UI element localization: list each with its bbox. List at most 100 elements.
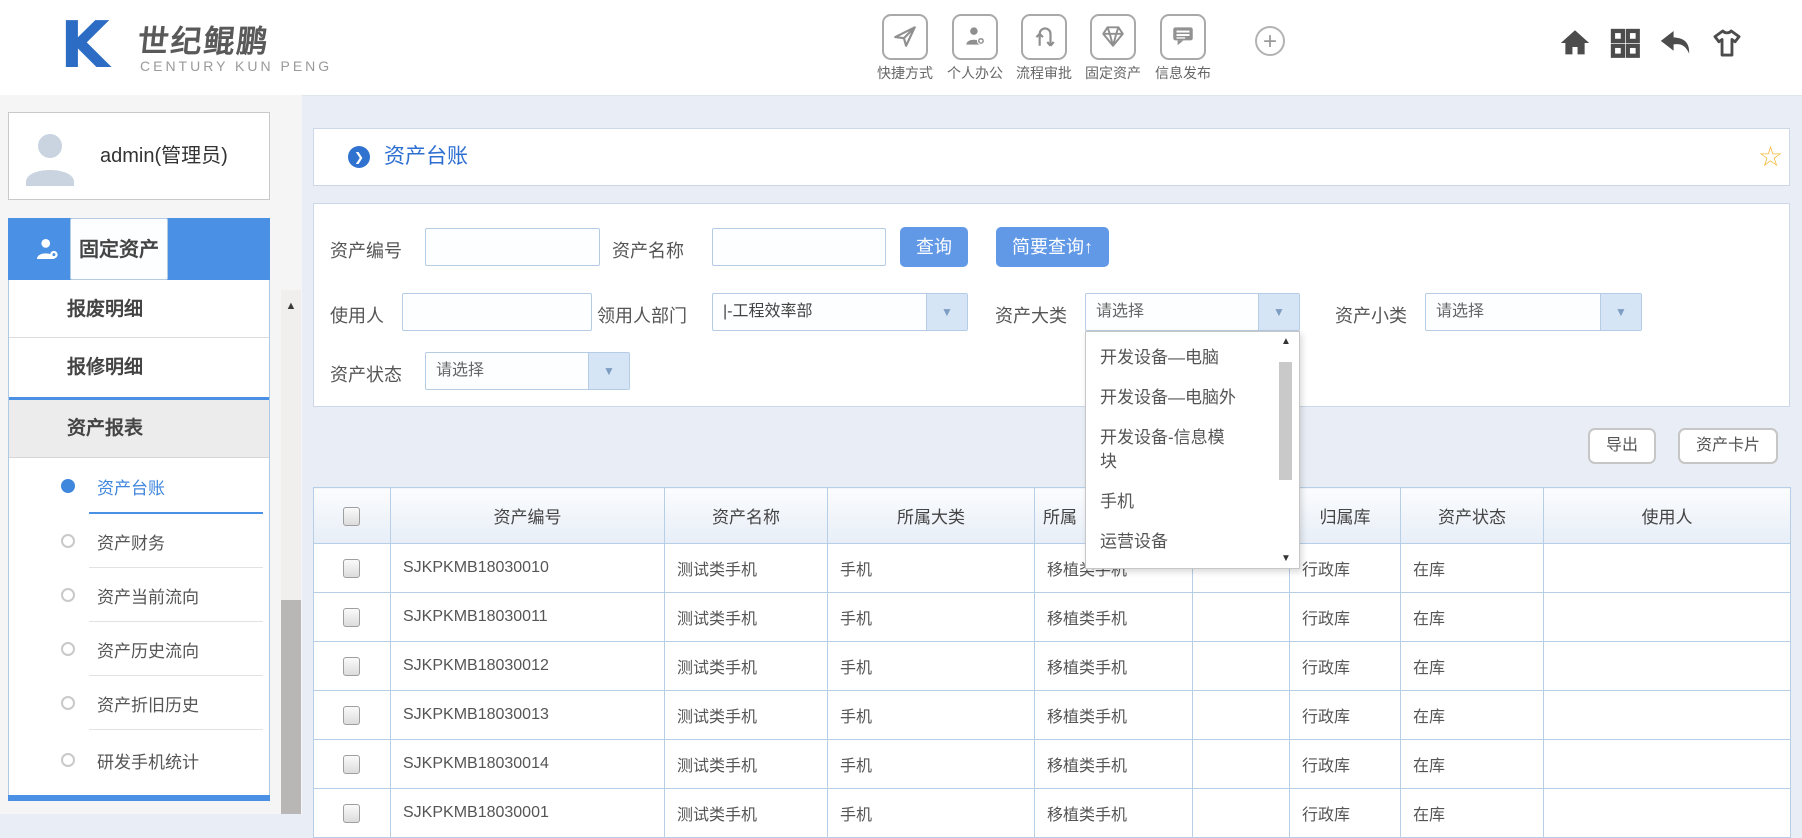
cell-asset-no: SJKPKMB18030010 <box>391 544 665 593</box>
cell-sub-category: 移植类手机 <box>1035 789 1193 838</box>
subcategory-select[interactable]: 请选择 ▼ <box>1425 293 1642 331</box>
cell-asset-name: 测试类手机 <box>665 544 828 593</box>
cell-hidden <box>1193 691 1290 740</box>
logo-name-en: CENTURY KUN PENG <box>140 58 332 74</box>
cell-warehouse: 行政库 <box>1290 593 1401 642</box>
avatar <box>18 124 82 188</box>
dropdown-option[interactable]: 开发设备—电脑 <box>1086 338 1238 378</box>
row-checkbox[interactable] <box>343 608 360 627</box>
paper-plane-icon <box>882 14 928 60</box>
asset-name-label: 资产名称 <box>612 237 684 263</box>
sidebar-item-asset-current-flow[interactable]: 资产当前流向 <box>9 568 269 622</box>
sidebar-item-scrap-detail[interactable]: 报废明细 <box>9 281 269 338</box>
sidebar-item-label: 资产当前流向 <box>97 568 199 622</box>
person-star-icon <box>952 14 998 60</box>
cell-warehouse: 行政库 <box>1290 789 1401 838</box>
user-filter-input[interactable] <box>402 293 592 331</box>
cell-status: 在库 <box>1401 642 1544 691</box>
row-checkbox[interactable] <box>343 657 360 676</box>
nav-info-publish[interactable]: 信息发布 <box>1149 14 1217 83</box>
grid-apps-icon[interactable] <box>1608 26 1642 60</box>
row-checkbox[interactable] <box>343 755 360 774</box>
sidebar-item-repair-detail[interactable]: 报修明细 <box>9 339 269 397</box>
dropdown-scrollbar[interactable]: ▲ ▼ <box>1277 336 1295 564</box>
nav-shortcut[interactable]: 快捷方式 <box>871 14 939 83</box>
cell-sub-category: 移植类手机 <box>1035 642 1193 691</box>
subcategory-label: 资产小类 <box>1335 302 1407 328</box>
cell-warehouse: 行政库 <box>1290 691 1401 740</box>
category-select[interactable]: 请选择 ▼ <box>1085 293 1300 331</box>
chevron-down-icon[interactable]: ▼ <box>1258 294 1299 330</box>
select-all-checkbox[interactable] <box>343 507 360 526</box>
add-shortcut-button[interactable]: + <box>1255 26 1285 56</box>
shirt-theme-icon[interactable] <box>1710 26 1744 60</box>
sidebar-item-asset-ledger[interactable]: 资产台账 <box>9 458 269 514</box>
cell-status: 在库 <box>1401 789 1544 838</box>
cell-user <box>1544 691 1791 740</box>
dropdown-option[interactable]: 开发设备-信息模块 <box>1086 418 1238 482</box>
radio-icon <box>61 588 75 602</box>
row-checkbox[interactable] <box>343 706 360 725</box>
nav-workflow-approval[interactable]: 流程审批 <box>1010 14 1078 83</box>
status-select[interactable]: 请选择 ▼ <box>425 352 630 390</box>
page-title: 资产台账 <box>384 128 468 186</box>
asset-name-input[interactable] <box>712 228 886 266</box>
home-icon[interactable] <box>1558 26 1592 60</box>
row-checkbox[interactable] <box>343 559 360 578</box>
cell-asset-name: 测试类手机 <box>665 642 828 691</box>
scroll-up-icon[interactable]: ▲ <box>1277 336 1295 347</box>
dropdown-option[interactable]: 开发设备—电脑外 <box>1086 378 1238 418</box>
search-button[interactable]: 查询 <box>900 227 968 267</box>
table-row: SJKPKMB18030011 测试类手机 手机 移植类手机 行政库 在库 <box>314 593 1791 642</box>
cell-warehouse: 行政库 <box>1290 740 1401 789</box>
cell-warehouse: 行政库 <box>1290 642 1401 691</box>
nav-personal-office[interactable]: 个人办公 <box>941 14 1009 83</box>
favorite-star-icon[interactable]: ☆ <box>1758 128 1783 186</box>
cell-status: 在库 <box>1401 691 1544 740</box>
back-arrow-icon[interactable] <box>1658 26 1692 60</box>
export-button[interactable]: 导出 <box>1588 428 1656 464</box>
cell-asset-name: 测试类手机 <box>665 593 828 642</box>
sidebar-scroll-up-icon[interactable]: ▲ <box>281 300 301 312</box>
nav-fixed-assets[interactable]: 固定资产 <box>1079 14 1147 83</box>
cell-major-category: 手机 <box>828 691 1035 740</box>
cell-asset-no: SJKPKMB18030011 <box>391 593 665 642</box>
cell-warehouse: 行政库 <box>1290 544 1401 593</box>
asset-no-input[interactable] <box>425 228 600 266</box>
sidebar-item-rd-phone-stats[interactable]: 研发手机统计 <box>9 730 269 790</box>
sidebar-item-asset-finance[interactable]: 资产财务 <box>9 514 269 568</box>
dropdown-scrollbar-thumb[interactable] <box>1279 362 1292 480</box>
col-user: 使用人 <box>1544 488 1791 544</box>
title-arrow-icon: ❯ <box>348 146 370 168</box>
table-header-row: 资产编号 资产名称 所属大类 所属 归属库 资产状态 使用人 <box>314 488 1791 544</box>
col-asset-no: 资产编号 <box>391 488 665 544</box>
nav-label: 快捷方式 <box>871 63 939 83</box>
dropdown-option[interactable]: 手机 <box>1086 482 1238 522</box>
cell-status: 在库 <box>1401 593 1544 642</box>
sidebar-item-asset-depreciation-history[interactable]: 资产折旧历史 <box>9 676 269 730</box>
radio-icon <box>61 696 75 710</box>
brief-search-button[interactable]: 简要查询↑ <box>996 227 1109 267</box>
asset-card-button[interactable]: 资产卡片 <box>1678 428 1778 464</box>
sidebar-scrollbar-thumb[interactable] <box>281 600 301 814</box>
cell-hidden <box>1193 740 1290 789</box>
radio-icon <box>61 534 75 548</box>
department-select[interactable]: |-工程效率部 ▼ <box>712 293 968 331</box>
cell-user <box>1544 593 1791 642</box>
chevron-down-icon[interactable]: ▼ <box>588 353 629 389</box>
status-value: 请选择 <box>436 353 587 389</box>
sidebar-section-fixed-assets[interactable]: 固定资产 <box>8 218 270 280</box>
sidebar-section-asset-reports[interactable]: 资产报表 <box>9 397 269 458</box>
cell-sub-category: 移植类手机 <box>1035 691 1193 740</box>
dropdown-option[interactable]: 运营设备 <box>1086 522 1238 562</box>
status-label: 资产状态 <box>330 361 402 387</box>
subcategory-value: 请选择 <box>1436 294 1599 330</box>
row-checkbox[interactable] <box>343 804 360 823</box>
sidebar-item-label: 资产历史流向 <box>97 622 199 676</box>
cell-status: 在库 <box>1401 740 1544 789</box>
chevron-down-icon[interactable]: ▼ <box>926 294 967 330</box>
chevron-down-icon[interactable]: ▼ <box>1600 294 1641 330</box>
asset-table: 资产编号 资产名称 所属大类 所属 归属库 资产状态 使用人 SJKPKMB18… <box>313 487 1791 838</box>
sidebar-item-asset-history-flow[interactable]: 资产历史流向 <box>9 622 269 676</box>
scroll-down-icon[interactable]: ▼ <box>1277 553 1295 564</box>
